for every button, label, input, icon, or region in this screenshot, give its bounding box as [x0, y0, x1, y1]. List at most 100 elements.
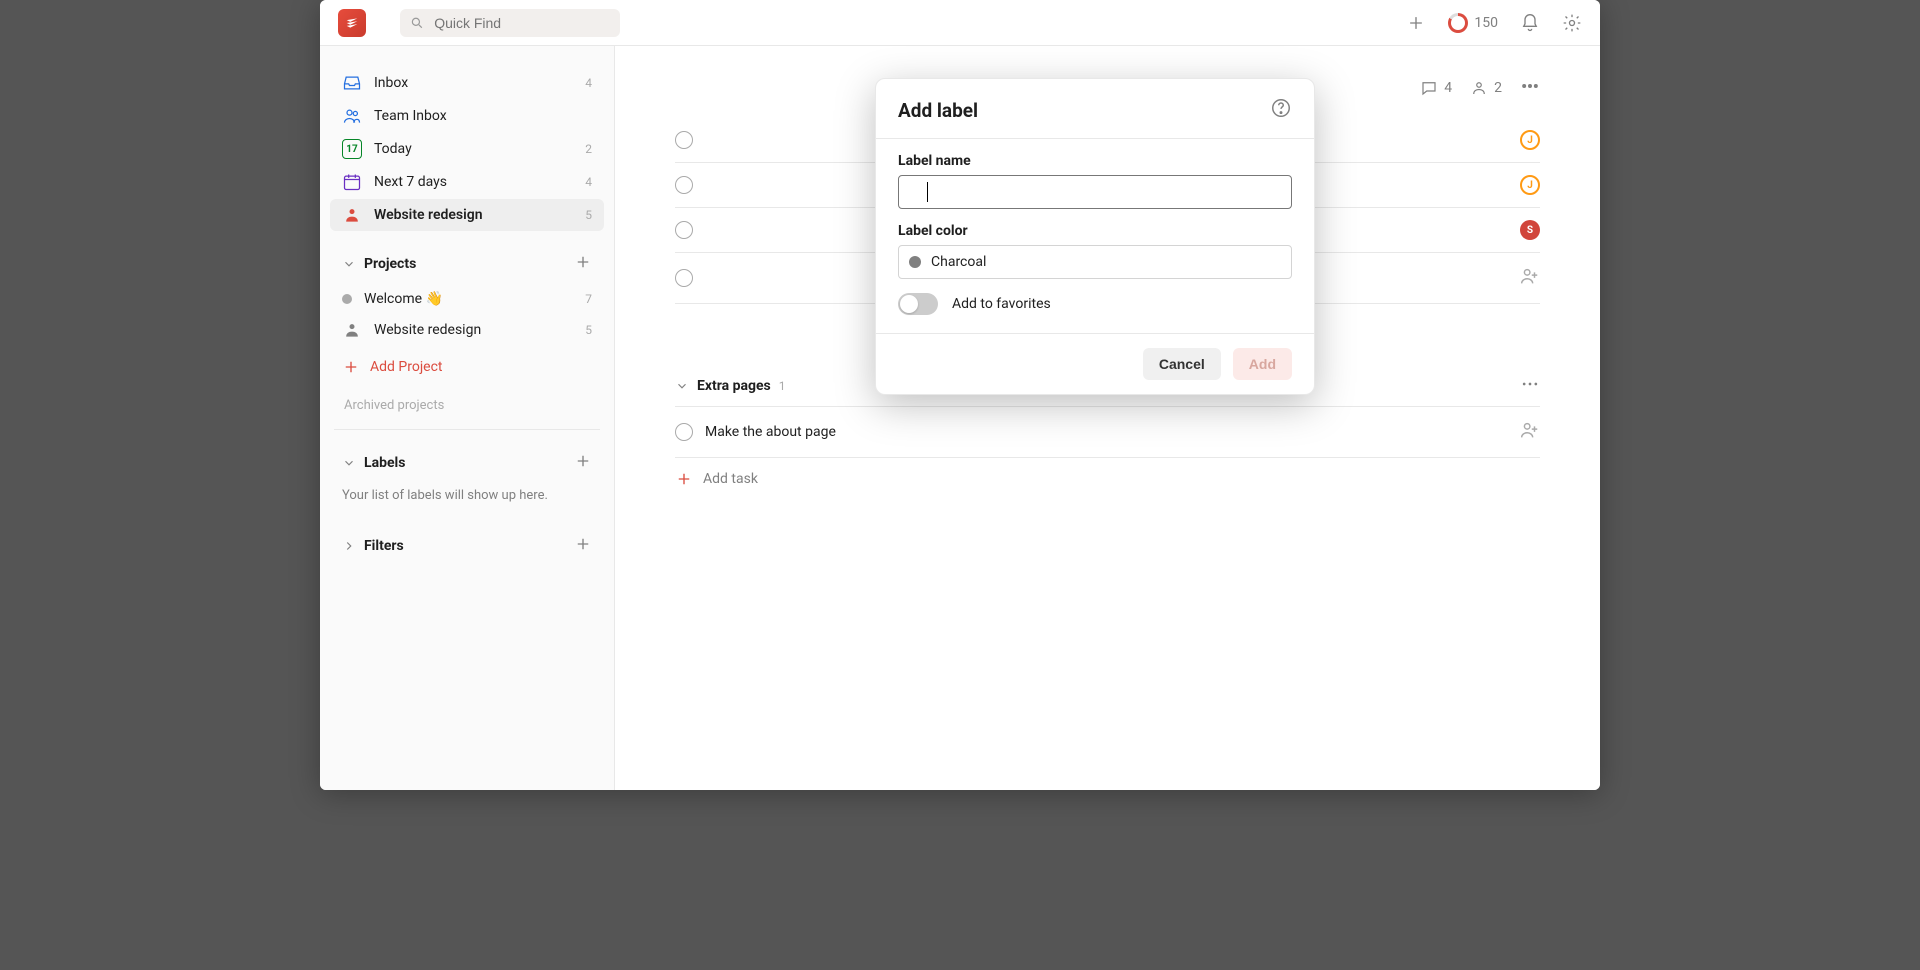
more-horizontal-icon: [1520, 374, 1540, 394]
logo-icon: [345, 16, 359, 30]
project-welcome-count: 7: [585, 292, 592, 306]
sidebar-archived-projects[interactable]: Archived projects: [326, 388, 608, 423]
add-project-inline-button[interactable]: [574, 253, 592, 275]
plus-icon: [1406, 13, 1426, 33]
task-checkbox[interactable]: [675, 269, 693, 287]
sidebar-item-website-redesign-shared[interactable]: Website redesign 5: [330, 199, 604, 231]
modal-footer: Cancel Add: [876, 333, 1314, 394]
assignee-avatar[interactable]: J: [1520, 130, 1540, 150]
sidebar-item-today[interactable]: 17 Today 2: [330, 133, 604, 165]
quick-add-button[interactable]: [1406, 13, 1426, 33]
team-inbox-icon: [342, 106, 362, 126]
comment-icon: [1420, 79, 1438, 97]
people-count: 2: [1494, 80, 1502, 96]
person-icon: [342, 320, 362, 340]
plus-icon: [342, 358, 360, 376]
next7-label: Next 7 days: [374, 174, 447, 190]
topbar-right: 150: [1406, 13, 1582, 33]
project-welcome-label: Welcome 👋: [364, 291, 443, 307]
label-name-input[interactable]: [907, 176, 923, 208]
task-checkbox[interactable]: [675, 423, 693, 441]
label-color-label: Label color: [898, 223, 1292, 239]
favorites-toggle[interactable]: [898, 293, 938, 315]
help-circle-icon: [1270, 97, 1292, 119]
project-website-redesign-label: Website redesign: [374, 322, 481, 338]
sidebar-item-inbox[interactable]: Inbox 4: [330, 67, 604, 99]
next7-count: 4: [585, 175, 592, 189]
sidebar-add-project[interactable]: Add Project: [330, 352, 604, 382]
sidebar-section-labels[interactable]: Labels: [330, 444, 604, 482]
plus-icon: [574, 253, 592, 271]
settings-button[interactable]: [1562, 13, 1582, 33]
karma-progress-icon: [1448, 13, 1468, 33]
task-checkbox[interactable]: [675, 131, 693, 149]
project-website-redesign-count: 5: [585, 323, 592, 337]
app-window: 150 Inbox 4 Team Inbox 17 To: [320, 0, 1600, 790]
section-extra-pages-title: Extra pages: [697, 378, 771, 394]
add-filter-button[interactable]: [574, 535, 592, 557]
chevron-down-icon: [342, 456, 356, 470]
calendar-week-icon: [342, 172, 362, 192]
cancel-button[interactable]: Cancel: [1143, 348, 1221, 380]
modal-body: Label name Label color Charcoal Add to: [876, 139, 1314, 333]
add-task-label: Add task: [703, 471, 758, 487]
sidebar-project-welcome[interactable]: Welcome 👋 7: [330, 285, 604, 313]
people-chip[interactable]: 2: [1470, 79, 1502, 97]
assignee-avatar[interactable]: J: [1520, 175, 1540, 195]
more-horizontal-icon: [1520, 76, 1540, 96]
website-redesign-shared-label: Website redesign: [374, 207, 483, 223]
sidebar-project-website-redesign[interactable]: Website redesign 5: [330, 314, 604, 346]
project-color-dot: [342, 294, 352, 304]
quick-find[interactable]: [400, 9, 620, 37]
field-add-to-favorites: Add to favorites: [898, 293, 1292, 315]
plus-icon: [574, 452, 592, 470]
sidebar-item-next7[interactable]: Next 7 days 4: [330, 166, 604, 198]
today-count: 2: [585, 142, 592, 156]
task-checkbox[interactable]: [675, 176, 693, 194]
task-title: Make the about page: [705, 424, 1506, 440]
chevron-down-icon: [675, 379, 689, 393]
sidebar-item-team-inbox[interactable]: Team Inbox: [330, 100, 604, 132]
comments-chip[interactable]: 4: [1420, 79, 1452, 97]
field-label-color: Label color Charcoal: [898, 223, 1292, 279]
sidebar: Inbox 4 Team Inbox 17 Today 2 Next 7 day…: [320, 46, 615, 790]
label-name-label: Label name: [898, 153, 1292, 169]
chevron-down-icon: [342, 257, 356, 271]
task-row[interactable]: Make the about page: [675, 407, 1540, 458]
bell-icon: [1520, 13, 1540, 33]
color-dot-icon: [909, 256, 921, 268]
add-task-button[interactable]: Add task: [675, 458, 1540, 500]
label-color-value: Charcoal: [931, 254, 986, 270]
add-project-label: Add Project: [370, 359, 443, 375]
comments-count: 4: [1444, 80, 1452, 96]
person-icon: [1470, 79, 1488, 97]
karma-value: 150: [1474, 15, 1498, 31]
chevron-right-icon: [342, 539, 356, 553]
assign-person-icon: [1518, 419, 1540, 441]
section-more-button[interactable]: [1520, 374, 1540, 398]
quick-find-input[interactable]: [432, 14, 610, 32]
karma-badge[interactable]: 150: [1448, 13, 1498, 33]
field-label-name: Label name: [898, 153, 1292, 209]
sidebar-section-projects[interactable]: Projects: [330, 245, 604, 283]
text-cursor-icon: [927, 182, 928, 202]
person-icon: [342, 205, 362, 225]
label-color-select[interactable]: Charcoal: [898, 245, 1292, 279]
inbox-label: Inbox: [374, 75, 408, 91]
add-label-button[interactable]: [574, 452, 592, 474]
sidebar-section-filters[interactable]: Filters: [330, 527, 604, 565]
app-logo[interactable]: [338, 9, 366, 37]
projects-header-label: Projects: [364, 256, 416, 272]
project-more-button[interactable]: [1520, 76, 1540, 100]
notifications-button[interactable]: [1520, 13, 1540, 33]
assignee-avatar[interactable]: S: [1520, 220, 1540, 240]
task-checkbox[interactable]: [675, 221, 693, 239]
assign-button[interactable]: [1518, 419, 1540, 445]
modal-help-button[interactable]: [1270, 97, 1292, 124]
today-label: Today: [374, 141, 412, 157]
add-button[interactable]: Add: [1233, 348, 1292, 380]
toggle-knob: [900, 295, 918, 313]
labels-empty-text: Your list of labels will show up here.: [326, 484, 608, 513]
assign-button[interactable]: [1518, 265, 1540, 291]
filters-header-label: Filters: [364, 538, 404, 554]
